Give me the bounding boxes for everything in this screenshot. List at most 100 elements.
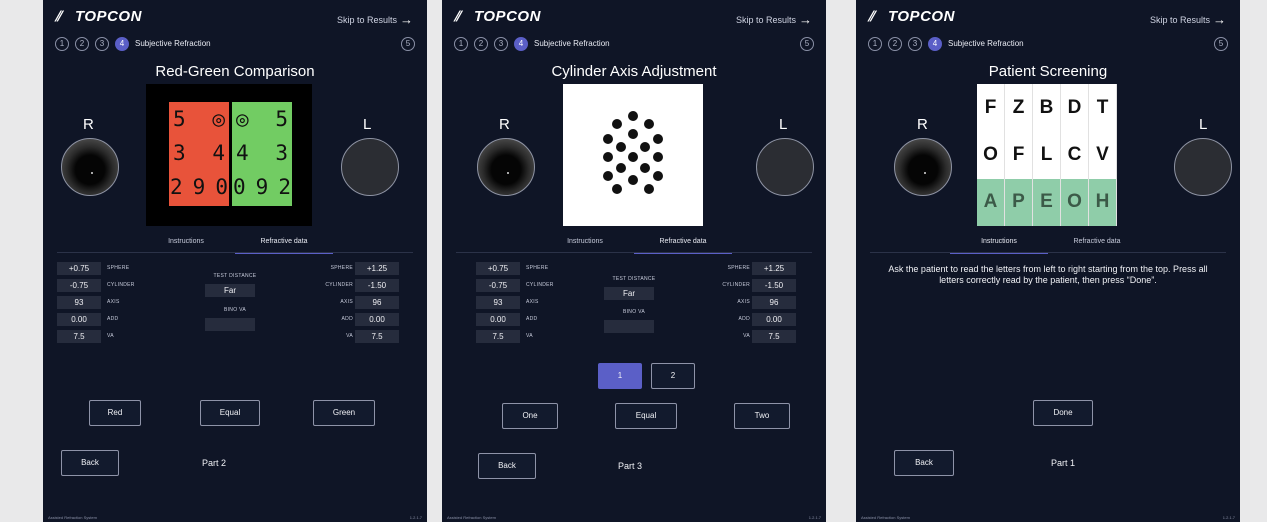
page-title: Red-Green Comparison (155, 63, 315, 80)
left-eye-label: L (1199, 116, 1208, 133)
topcon-mark-icon: ⫽ (454, 8, 461, 24)
step-3[interactable]: 3 (95, 37, 109, 51)
chart-glyph: 9 (255, 175, 269, 199)
red-button[interactable]: Red (89, 400, 141, 426)
footer-app-name: Assisted Refraction System (48, 515, 97, 520)
active-step-label: Subjective Refraction (948, 39, 1024, 48)
equal-button[interactable]: Equal (615, 403, 677, 429)
test-distance-value: Far (205, 284, 255, 297)
right-sphere-label: SPHERE (107, 265, 130, 271)
part-label: Part 2 (202, 458, 227, 468)
chart-glyph: 3 (173, 141, 186, 165)
letter-cell[interactable]: A (977, 178, 1005, 226)
right-axis-label: AXIS (107, 299, 120, 305)
done-button[interactable]: Done (1033, 400, 1093, 426)
letter-cell[interactable]: O (1061, 178, 1089, 226)
letter-cell[interactable]: E (1033, 178, 1061, 226)
step-5[interactable]: 5 (1214, 37, 1228, 51)
step-1[interactable]: 1 (868, 37, 882, 51)
active-step-label: Subjective Refraction (135, 39, 211, 48)
two-button[interactable]: Two (734, 403, 790, 429)
left-va-label: VA (346, 333, 353, 339)
letter-cell[interactable]: C (1061, 131, 1089, 179)
back-button[interactable]: Back (61, 450, 119, 476)
left-cylinder-value: -1.50 (752, 279, 796, 292)
right-add-label: ADD (107, 316, 119, 322)
chart-dot (640, 142, 650, 152)
footer-version: 1.2.1.7 (409, 515, 422, 520)
step-2[interactable]: 2 (888, 37, 902, 51)
red-half: 5 ◎ 3 4 290 (169, 102, 229, 206)
letter-cell[interactable]: P (1005, 178, 1033, 226)
test-distance-label: TEST DISTANCE (612, 276, 656, 282)
letter-cell[interactable]: O (977, 131, 1005, 179)
left-eye-camera (756, 138, 814, 196)
right-axis-value: 93 (57, 296, 101, 309)
refractive-data: +0.75 SPHERE -0.75 CYLINDER 93 AXIS 0.00… (442, 262, 826, 343)
step-indicator: 1 2 3 4 Subjective Refraction 5 (454, 37, 814, 53)
right-eye-label: R (499, 116, 510, 133)
tab-divider (870, 252, 1226, 253)
letter-cell[interactable]: B (1033, 84, 1061, 132)
right-sphere-label: SPHERE (526, 265, 549, 271)
footer-version: 1.2.1.7 (808, 515, 821, 520)
left-eye-label: L (779, 116, 788, 133)
letter-cell[interactable]: V (1089, 131, 1117, 179)
skip-to-results-link[interactable]: Skip to Results → (736, 12, 812, 27)
letter-cell[interactable]: F (1005, 131, 1033, 179)
letter-cell[interactable]: L (1033, 131, 1061, 179)
step-1[interactable]: 1 (454, 37, 468, 51)
active-step-label: Subjective Refraction (534, 39, 610, 48)
right-eye-camera (477, 138, 535, 196)
chart-dot (612, 184, 622, 194)
step-2[interactable]: 2 (75, 37, 89, 51)
bino-va-label: BINO VA (223, 307, 246, 313)
left-va-value: 7.5 (752, 330, 796, 343)
step-2[interactable]: 2 (474, 37, 488, 51)
letter-cell[interactable]: F (977, 84, 1005, 132)
left-eye-label: L (363, 116, 372, 133)
skip-to-results-link[interactable]: Skip to Results → (1150, 12, 1226, 27)
step-3[interactable]: 3 (494, 37, 508, 51)
chart-dot (653, 152, 663, 162)
right-eye-camera (61, 138, 119, 196)
letter-cell[interactable]: H (1089, 178, 1117, 226)
letter-cell[interactable]: T (1089, 84, 1117, 132)
panel-cylinder-axis: ⫽ TOPCON Skip to Results → 1 2 3 4 Subject… (442, 0, 826, 522)
right-va-value: 7.5 (476, 330, 520, 343)
part-label: Part 1 (1051, 458, 1076, 468)
step-5[interactable]: 5 (401, 37, 415, 51)
instruction-text: Ask the patient to read the letters from… (888, 264, 1208, 285)
choice-1-button[interactable]: 1 (598, 363, 642, 389)
topcon-logo: ⫽ TOPCON (868, 8, 955, 25)
step-3[interactable]: 3 (908, 37, 922, 51)
right-eye-label: R (917, 116, 928, 133)
arrow-right-icon: → (1213, 12, 1226, 27)
choice-2-button[interactable]: 2 (651, 363, 695, 389)
skip-to-results-link[interactable]: Skip to Results → (337, 12, 413, 27)
step-1[interactable]: 1 (55, 37, 69, 51)
part-label: Part 3 (618, 461, 643, 471)
one-button[interactable]: One (502, 403, 558, 429)
step-4[interactable]: 4 (928, 37, 942, 51)
letter-cell[interactable]: D (1061, 84, 1089, 132)
back-button[interactable]: Back (894, 450, 954, 476)
equal-button[interactable]: Equal (200, 400, 260, 426)
step-4[interactable]: 4 (115, 37, 129, 51)
right-axis-value: 93 (476, 296, 520, 309)
letter-cell[interactable]: Z (1005, 84, 1033, 132)
footer-version: 1.2.1.7 (1222, 515, 1235, 520)
topcon-mark-icon: ⫽ (868, 8, 875, 24)
left-sphere-value: +1.25 (355, 262, 399, 275)
back-button[interactable]: Back (478, 453, 536, 479)
footer-app-name: Assisted Refraction System (861, 515, 910, 520)
right-eye-camera (894, 138, 952, 196)
step-5[interactable]: 5 (800, 37, 814, 51)
chart-glyph: 0 (233, 175, 246, 199)
left-axis-label: AXIS (340, 299, 353, 305)
green-button[interactable]: Green (313, 400, 375, 426)
chart-dot (603, 171, 613, 181)
chart-dot (644, 184, 654, 194)
right-cylinder-value: -0.75 (476, 279, 520, 292)
step-4[interactable]: 4 (514, 37, 528, 51)
